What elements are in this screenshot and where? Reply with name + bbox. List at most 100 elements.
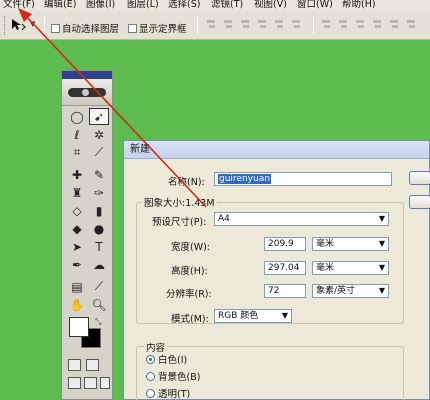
width-input[interactable]: 209.9 xyxy=(264,237,306,251)
content-transparent-radio[interactable]: 透明(T) xyxy=(146,386,190,400)
clone-stamp-tool-icon[interactable]: ♜ xyxy=(67,184,87,201)
brush-tool-icon[interactable]: ✎ xyxy=(89,166,109,183)
move-tool-icon[interactable]: ➹ xyxy=(89,108,109,125)
show-bounds-checkbox[interactable]: 显示定界框 xyxy=(128,21,187,35)
zoom-tool-icon[interactable]: 🔍︎ xyxy=(89,296,109,313)
separator xyxy=(44,17,45,34)
checkbox-box[interactable] xyxy=(128,23,137,33)
resolution-unit-value: 象素/英寸 xyxy=(316,286,356,296)
chevron-down-icon: ▼ xyxy=(378,214,385,223)
path-selection-tool-icon[interactable]: ➤ xyxy=(67,238,87,255)
foreground-color[interactable] xyxy=(69,317,89,337)
content-bgcolor-label: 背景色(B) xyxy=(158,372,201,383)
options-bar: ▼ 自动选择图层 显示定界框 xyxy=(0,11,430,40)
photoshop-logo xyxy=(62,79,112,106)
preset-select[interactable]: A4 ▼ xyxy=(214,212,389,226)
mode-select[interactable]: RGB 颜色 ▼ xyxy=(214,309,292,323)
height-value: 297.04 xyxy=(268,263,300,273)
quick-mask-mode-icon[interactable] xyxy=(86,359,99,371)
chevron-down-icon: ▼ xyxy=(281,311,288,320)
distribute-left-icon[interactable] xyxy=(371,18,384,31)
auto-select-label: 自动选择图层 xyxy=(62,24,120,35)
chevron-down-icon: ▼ xyxy=(378,286,385,295)
magic-wand-tool-icon[interactable]: ✲ xyxy=(89,126,109,143)
tool-preset-dropdown-icon[interactable]: ▼ xyxy=(30,20,35,28)
menu-layer[interactable]: 图层(L) xyxy=(127,0,159,11)
menu-help[interactable]: 帮助(H) xyxy=(342,0,376,11)
menu-filter[interactable]: 滤镜(T) xyxy=(211,0,243,11)
resolution-label: 分辨率(R): xyxy=(166,289,212,300)
height-unit-select[interactable]: 毫米 ▼ xyxy=(312,261,389,275)
width-unit-select[interactable]: 毫米 ▼ xyxy=(312,237,389,251)
dodge-tool-icon[interactable]: ● xyxy=(89,220,109,237)
name-label: 名称(N): xyxy=(168,177,205,188)
align-vcenter-icon[interactable] xyxy=(222,18,235,31)
resolution-unit-select[interactable]: 象素/英寸 ▼ xyxy=(312,284,389,298)
content-bgcolor-radio[interactable]: 背景色(B) xyxy=(146,369,200,383)
new-document-dialog: 新建 名称(N): guirenyuan 图象大小:1.43M 预设尺寸(P):… xyxy=(123,140,430,400)
screen-mode-standard-icon[interactable] xyxy=(68,377,81,389)
name-input[interactable]: guirenyuan xyxy=(214,172,392,186)
history-brush-tool-icon[interactable]: ✑ xyxy=(89,184,109,201)
align-right-icon[interactable] xyxy=(290,18,303,31)
preset-value: A4 xyxy=(218,214,230,224)
align-left-icon[interactable] xyxy=(256,18,269,31)
resolution-input[interactable]: 72 xyxy=(264,284,306,298)
cancel-button[interactable] xyxy=(409,195,430,209)
eyedropper-tool-icon[interactable]: ⟋ xyxy=(89,278,109,295)
distribute-buttons xyxy=(320,18,422,31)
move-tool-icon[interactable] xyxy=(10,18,26,32)
pen-tool-icon[interactable]: ✒ xyxy=(67,256,87,273)
align-bottom-icon[interactable] xyxy=(239,18,252,31)
checkbox-box[interactable] xyxy=(51,23,60,33)
tools-panel-titlebar[interactable] xyxy=(62,71,112,79)
menu-file[interactable]: 文件(F) xyxy=(3,0,35,11)
crop-tool-icon[interactable]: ⌗ xyxy=(67,144,87,161)
menu-image[interactable]: 图像(I) xyxy=(86,0,115,11)
radio-dot[interactable] xyxy=(146,371,155,381)
distribute-top-icon[interactable] xyxy=(320,18,333,31)
toolbar-grip[interactable] xyxy=(4,16,7,35)
mode-value: RGB 颜色 xyxy=(218,311,259,321)
gradient-tool-icon[interactable]: ▮ xyxy=(89,202,109,219)
distribute-right-icon[interactable] xyxy=(405,18,418,31)
align-hcenter-icon[interactable] xyxy=(273,18,286,31)
menu-window[interactable]: 窗口(W) xyxy=(297,0,333,11)
width-unit-value: 毫米 xyxy=(316,239,335,249)
menu-select[interactable]: 选择(S) xyxy=(168,0,200,11)
distribute-bottom-icon[interactable] xyxy=(354,18,367,31)
mode-label: 模式(M): xyxy=(171,314,209,325)
standard-mode-icon[interactable] xyxy=(68,359,81,371)
slice-tool-icon[interactable]: ⟋ xyxy=(89,144,109,161)
width-label: 宽度(W): xyxy=(171,242,211,253)
marquee-tool-icon[interactable]: ◯ xyxy=(67,108,87,125)
auto-select-checkbox[interactable]: 自动选择图层 xyxy=(51,21,119,35)
swap-colors-icon[interactable]: ⤡ xyxy=(95,317,101,327)
eraser-tool-icon[interactable]: ◇ xyxy=(67,202,87,219)
menu-edit[interactable]: 编辑(E) xyxy=(44,0,76,11)
ok-button[interactable] xyxy=(409,171,430,185)
dialog-title: 新建 xyxy=(124,141,429,159)
type-tool-icon[interactable]: T xyxy=(89,238,109,255)
height-input[interactable]: 297.04 xyxy=(264,261,306,275)
blur-tool-icon[interactable]: ◆ xyxy=(67,220,87,237)
color-swatches: ⤡ xyxy=(69,317,105,349)
content-transparent-label: 透明(T) xyxy=(158,389,191,400)
notes-tool-icon[interactable]: ▤ xyxy=(67,278,87,295)
radio-dot[interactable] xyxy=(146,354,155,364)
height-unit-value: 毫米 xyxy=(316,263,335,273)
distribute-vcenter-icon[interactable] xyxy=(337,18,350,31)
screen-mode-full-menu-icon[interactable] xyxy=(84,377,97,389)
hand-tool-icon[interactable]: ✋ xyxy=(67,296,87,313)
radio-dot[interactable] xyxy=(146,388,155,398)
healing-brush-tool-icon[interactable]: ✚ xyxy=(67,166,87,183)
screen-mode-full-icon[interactable] xyxy=(100,377,110,389)
content-white-radio[interactable]: 白色(I) xyxy=(146,352,187,366)
separator xyxy=(313,17,314,34)
shape-tool-icon[interactable]: ☁ xyxy=(89,256,109,273)
lasso-tool-icon[interactable]: ℓ xyxy=(67,126,87,143)
menu-view[interactable]: 视图(V) xyxy=(254,0,287,11)
separator xyxy=(197,17,198,34)
distribute-hcenter-icon[interactable] xyxy=(388,18,401,31)
align-top-icon[interactable] xyxy=(205,18,218,31)
